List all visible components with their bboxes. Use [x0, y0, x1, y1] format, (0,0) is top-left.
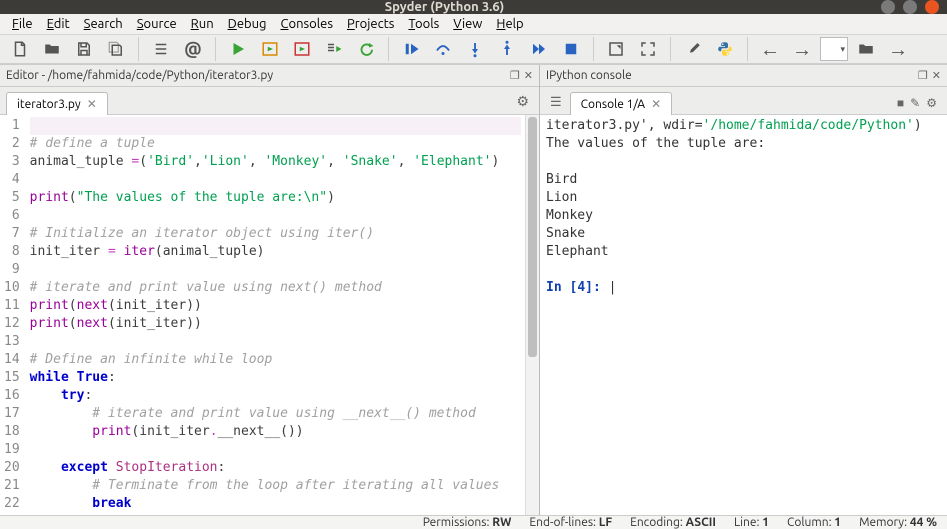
editor-panel: Editor - /home/fahmida/code/Python/itera…: [0, 65, 540, 515]
toolbar-separator: [388, 37, 389, 61]
window-close-button[interactable]: [925, 0, 939, 14]
save-button[interactable]: [70, 35, 98, 63]
stop-debug-button[interactable]: [557, 35, 585, 63]
console-header-title: IPython console: [546, 69, 918, 82]
toolbar-separator: [593, 37, 594, 61]
step-into-button[interactable]: [461, 35, 489, 63]
toolbar-separator: [670, 37, 671, 61]
console-close-panel-icon[interactable]: ✕: [932, 69, 941, 82]
statusbar: Permissions: RW End-of-lines: LF Encodin…: [0, 515, 947, 529]
run-button[interactable]: [224, 35, 252, 63]
continue-button[interactable]: [525, 35, 553, 63]
console-output[interactable]: iterator3.py', wdir='/home/fahmida/code/…: [540, 115, 947, 515]
menu-help[interactable]: Help: [490, 14, 529, 34]
python-path-button[interactable]: [711, 35, 739, 63]
menu-consoles[interactable]: Consoles: [275, 14, 339, 34]
forward-button[interactable]: →: [788, 35, 816, 63]
editor-tabbar: iterator3.py ✕ ⚙: [0, 87, 539, 115]
window-maximize-button[interactable]: [903, 0, 917, 14]
menu-projects[interactable]: Projects: [341, 14, 400, 34]
maximize-pane-button[interactable]: [602, 35, 630, 63]
console-stop-icon[interactable]: ■: [897, 96, 904, 110]
editor-tab-label: iterator3.py: [17, 98, 81, 111]
window-minimize-button[interactable]: [881, 0, 895, 14]
console-options-icon[interactable]: ⚙: [926, 96, 937, 110]
menu-view[interactable]: View: [447, 14, 488, 34]
editor-panel-header: Editor - /home/fahmida/code/Python/itera…: [0, 65, 539, 87]
step-over-button[interactable]: [429, 35, 457, 63]
console-tablist-icon[interactable]: ☰: [546, 91, 566, 114]
toolbar-separator: [215, 37, 216, 61]
console-undock-icon[interactable]: ❐: [918, 69, 928, 82]
run-cell-advance-button[interactable]: [288, 35, 316, 63]
preferences-button[interactable]: [679, 35, 707, 63]
menu-search[interactable]: Search: [78, 14, 129, 34]
rerun-button[interactable]: [352, 35, 380, 63]
menu-file[interactable]: File: [6, 14, 39, 34]
run-cell-button[interactable]: [256, 35, 284, 63]
line-number-gutter: 12345678910111213141516171819202122: [0, 115, 26, 515]
main-area: Editor - /home/fahmida/code/Python/itera…: [0, 64, 947, 515]
menu-debug[interactable]: Debug: [222, 14, 273, 34]
console-tabbar: ☰ Console 1/A ✕ ■ ✎ ⚙: [540, 87, 947, 115]
browse-dir-button[interactable]: [852, 35, 880, 63]
fullscreen-button[interactable]: [634, 35, 662, 63]
outline-button[interactable]: [147, 35, 175, 63]
editor-tab[interactable]: iterator3.py ✕: [6, 92, 108, 115]
back-button[interactable]: ←: [756, 35, 784, 63]
editor-body[interactable]: 12345678910111213141516171819202122 # de…: [0, 115, 539, 515]
editor-header-title: Editor - /home/fahmida/code/Python/itera…: [6, 69, 510, 82]
window-title: Spyder (Python 3.6): [8, 0, 881, 14]
toolbar-separator: [747, 37, 748, 61]
new-file-button[interactable]: [6, 35, 34, 63]
console-panel: IPython console ❐ ✕ ☰ Console 1/A ✕ ■ ✎ …: [540, 65, 947, 515]
window-titlebar: Spyder (Python 3.6): [0, 0, 947, 14]
code-area[interactable]: # define a tupleanimal_tuple =('Bird','L…: [26, 115, 525, 515]
run-selection-button[interactable]: [320, 35, 348, 63]
open-file-button[interactable]: [38, 35, 66, 63]
editor-close-panel-icon[interactable]: ✕: [524, 69, 533, 82]
debug-button[interactable]: [397, 35, 425, 63]
editor-options-icon[interactable]: ⚙: [512, 89, 533, 114]
window-controls: [881, 0, 939, 14]
toolbar-separator: [138, 37, 139, 61]
at-button[interactable]: @: [179, 35, 207, 63]
editor-undock-icon[interactable]: ❐: [510, 69, 520, 82]
console-tab[interactable]: Console 1/A ✕: [570, 92, 673, 115]
scrollbar-thumb[interactable]: [528, 117, 537, 357]
menu-source[interactable]: Source: [131, 14, 183, 34]
parent-dir-button[interactable]: →: [884, 35, 912, 63]
menu-tools[interactable]: Tools: [402, 14, 445, 34]
step-out-button[interactable]: [493, 35, 521, 63]
editor-vertical-scrollbar[interactable]: [525, 115, 539, 515]
menubar: FileEditSearchSourceRunDebugConsolesProj…: [0, 14, 947, 35]
toolbar: @ ← → ▾ →: [0, 35, 947, 64]
console-panel-header: IPython console ❐ ✕: [540, 65, 947, 87]
working-dir-combo[interactable]: ▾: [820, 37, 848, 61]
save-all-button[interactable]: [102, 35, 130, 63]
menu-run[interactable]: Run: [185, 14, 220, 34]
console-tab-close-icon[interactable]: ✕: [651, 97, 661, 111]
editor-tab-close-icon[interactable]: ✕: [87, 97, 97, 111]
console-clear-icon[interactable]: ✎: [910, 96, 920, 110]
menu-edit[interactable]: Edit: [41, 14, 76, 34]
console-tab-label: Console 1/A: [581, 98, 645, 111]
